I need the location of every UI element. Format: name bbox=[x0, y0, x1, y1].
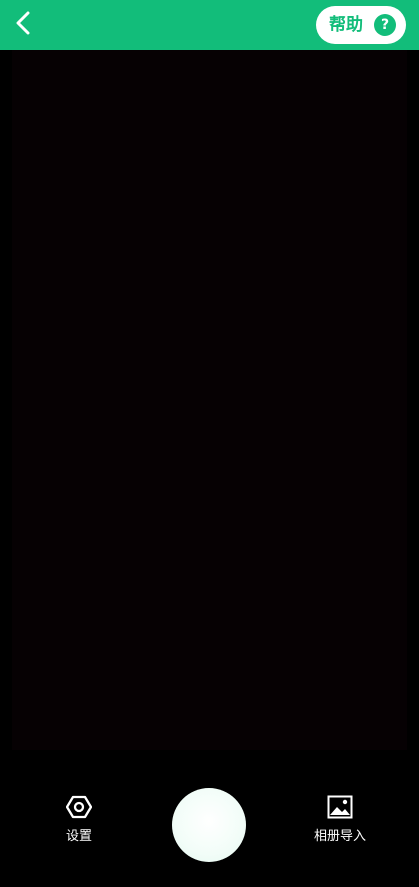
settings-button[interactable]: 设置 bbox=[52, 794, 106, 854]
back-button[interactable] bbox=[8, 8, 40, 42]
camera-controls: 设置 相册导入 bbox=[0, 750, 419, 887]
image-icon bbox=[327, 794, 353, 820]
top-bar: 帮助 ? bbox=[0, 0, 419, 50]
album-import-button[interactable]: 相册导入 bbox=[302, 794, 378, 854]
album-import-label: 相册导入 bbox=[313, 829, 366, 844]
camera-screen: 帮助 ? 设置 相册导入 bbox=[0, 0, 419, 887]
camera-viewfinder[interactable] bbox=[12, 50, 407, 750]
help-button[interactable]: 帮助 ? bbox=[316, 6, 406, 44]
chevron-left-icon bbox=[14, 11, 34, 39]
help-label: 帮助 bbox=[329, 14, 363, 35]
shutter-button[interactable] bbox=[172, 788, 246, 862]
hexagon-settings-icon bbox=[66, 794, 92, 820]
question-icon: ? bbox=[374, 14, 396, 36]
settings-label: 设置 bbox=[65, 829, 92, 844]
